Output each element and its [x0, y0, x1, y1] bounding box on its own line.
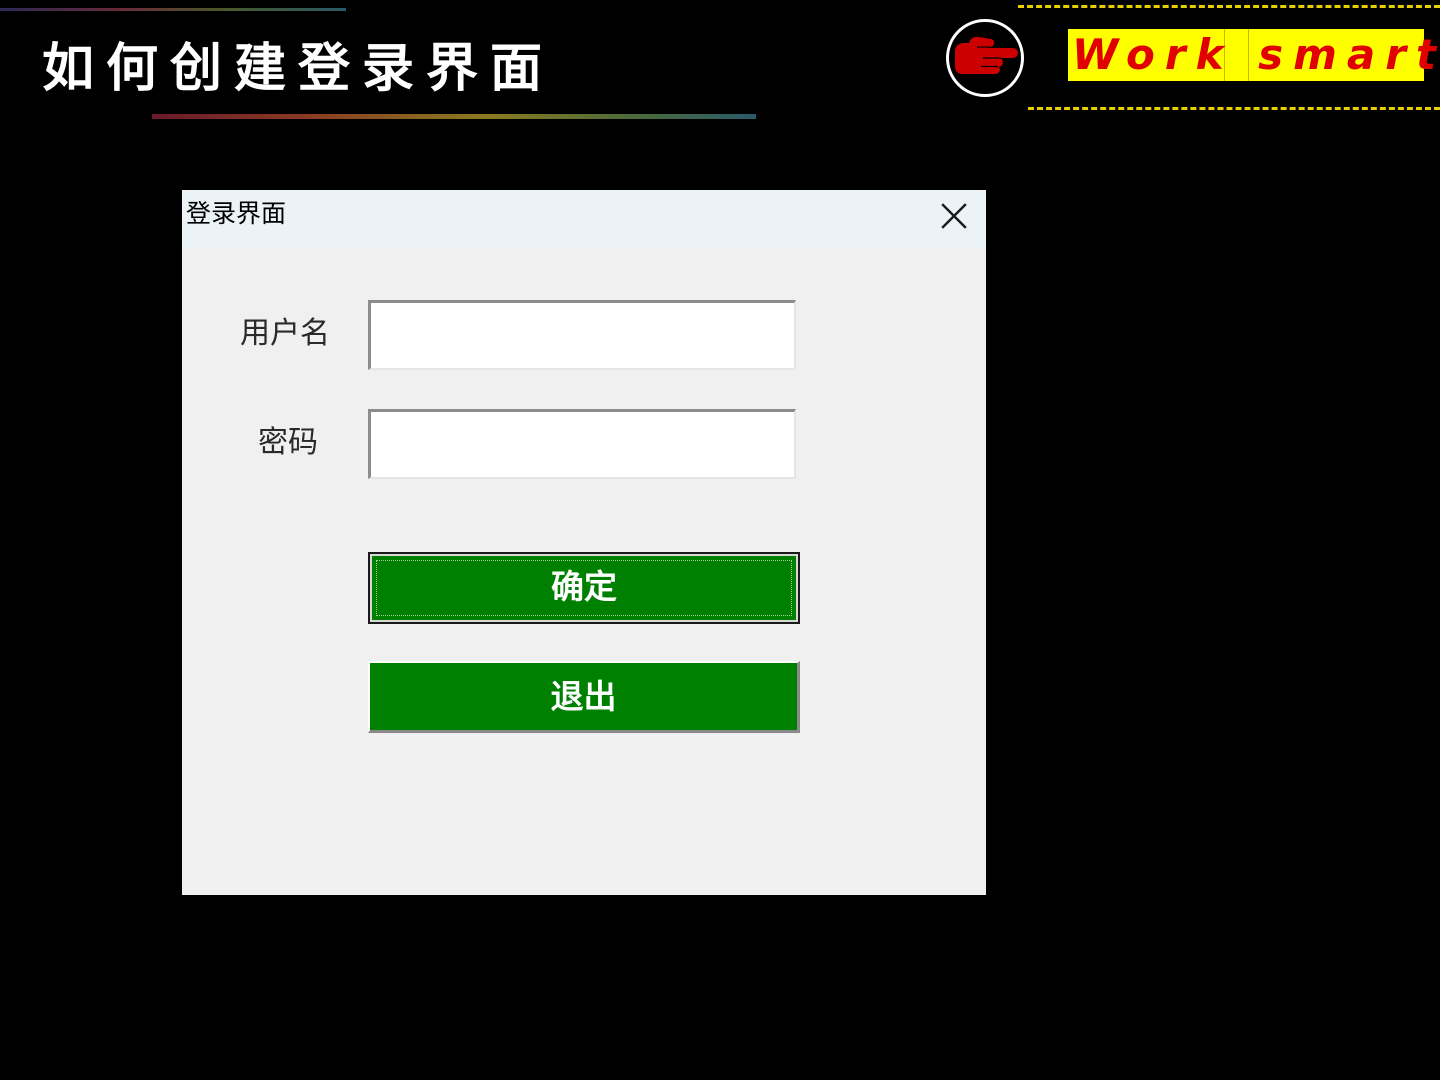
- top-decorative-rule: [0, 8, 346, 11]
- confirm-button-label: 确定: [551, 567, 617, 606]
- dashed-line-top: [1018, 5, 1440, 8]
- dialog-title: 登录界面: [186, 199, 287, 228]
- username-input[interactable]: [368, 300, 796, 370]
- slide-title: 如何创建登录界面: [42, 39, 555, 99]
- slogan-banner: Work smart: [1068, 29, 1436, 81]
- pointing-hand-icon: [946, 19, 1024, 97]
- title-underline: [152, 114, 756, 119]
- confirm-button[interactable]: 确定: [368, 552, 800, 624]
- password-label: 密码: [258, 425, 318, 460]
- login-dialog: 登录界面 用户名 密码 确定 退出: [182, 190, 986, 895]
- username-label: 用户名: [240, 316, 330, 351]
- slogan-text: Work smart: [1072, 30, 1440, 79]
- close-icon[interactable]: [936, 198, 972, 234]
- password-input[interactable]: [368, 409, 796, 479]
- dashed-line-bottom: [1028, 107, 1440, 110]
- dialog-titlebar[interactable]: 登录界面: [182, 190, 986, 248]
- exit-button[interactable]: 退出: [368, 661, 800, 733]
